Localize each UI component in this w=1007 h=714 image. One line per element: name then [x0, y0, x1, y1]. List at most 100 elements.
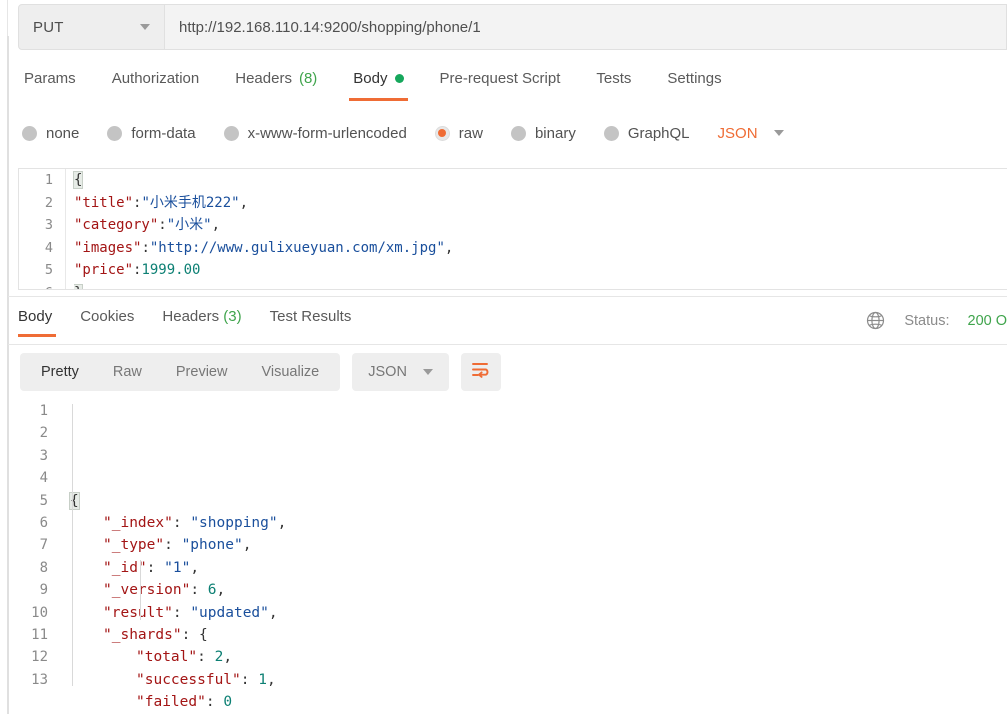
json-number-value: 1	[258, 671, 267, 688]
left-scroll-rail[interactable]	[7, 36, 9, 714]
response-body-code[interactable]: {"_index": "shopping", "_type": "phone", "…	[60, 400, 1007, 714]
view-mode-visualize[interactable]: Visualize	[244, 353, 336, 391]
json-key: "_type"	[103, 537, 165, 554]
json-punctuation: :	[172, 515, 191, 532]
request-tab-tests[interactable]: Tests	[578, 66, 649, 101]
body-type-x-www-form-urlencoded[interactable]: x-www-form-urlencoded	[223, 125, 407, 142]
request-tab-body[interactable]: Body	[335, 66, 421, 101]
code-line: "result": "updated",	[70, 602, 1007, 624]
radio-icon[interactable]	[22, 125, 37, 141]
json-key: "images"	[74, 239, 142, 256]
request-response-divider	[8, 296, 1007, 297]
json-number-value: 6	[207, 582, 217, 599]
response-body-editor[interactable]: 1 2 3 4 5 6 7 8 9 10 11 12 13 {"_index": "shopping",…	[12, 400, 1007, 714]
json-key: "_index"	[103, 515, 173, 532]
request-tab-headers[interactable]: Headers (8)	[217, 66, 335, 101]
response-tab-cookies[interactable]: Cookies	[66, 306, 148, 337]
radio-icon[interactable]	[434, 125, 450, 141]
body-type-raw[interactable]: raw	[434, 125, 483, 142]
json-number-value: 2	[214, 649, 224, 666]
code-line: "price":1999.00	[74, 259, 1007, 282]
code-line: "_version": 6,	[70, 579, 1007, 601]
line-number: 11	[31, 626, 48, 643]
json-key: "successful"	[136, 671, 241, 688]
body-type-label: none	[46, 124, 80, 142]
response-tab-label: Test Results	[269, 308, 352, 325]
raw-language-dropdown[interactable]: JSON	[718, 125, 784, 142]
status-label: Status:	[904, 312, 950, 329]
http-method-dropdown[interactable]: PUT	[18, 4, 165, 50]
json-punctuation: :	[164, 537, 182, 554]
json-key: "_version"	[103, 582, 191, 599]
json-punctuation: {	[69, 491, 80, 510]
json-colon: :	[158, 217, 167, 233]
json-punctuation: ,	[242, 537, 252, 554]
line-number: 5	[44, 262, 53, 278]
json-punctuation: ,	[266, 671, 276, 688]
request-tab-label: Pre-request Script	[439, 70, 561, 87]
request-line-numbers: 1 2 3 4 5 6	[19, 169, 65, 289]
request-tab-settings[interactable]: Settings	[649, 66, 739, 101]
request-body-code[interactable]: {"title":"小米手机222", "category":"小米", "imag…	[65, 169, 1007, 289]
request-tab-pre-request-script[interactable]: Pre-request Script	[422, 66, 579, 101]
line-number: 2	[39, 425, 48, 442]
json-key: "category"	[74, 217, 159, 233]
code-line: "_type": "phone",	[70, 534, 1007, 556]
json-value: "http://www.gulixueyuan.com/xm.jpg"	[149, 239, 445, 256]
json-key: "price"	[74, 262, 134, 278]
response-tab-count: (3)	[223, 308, 242, 325]
code-line: "_id": "1",	[70, 557, 1007, 579]
body-type-form-data[interactable]: form-data	[107, 125, 196, 142]
line-number: 13	[31, 671, 48, 688]
chevron-down-icon	[773, 130, 784, 136]
request-body-editor[interactable]: 123456 {"title":"小米手机222","category":"小米…	[18, 168, 1007, 290]
code-line: "total": 2,	[70, 646, 1007, 668]
http-method-label: PUT	[33, 18, 64, 36]
request-url-input[interactable]: http://192.168.110.14:9200/shopping/phon…	[165, 4, 1007, 50]
code-line: "images":"http://www.gulixueyuan.com/xm.…	[74, 237, 1007, 260]
body-type-label: binary	[534, 124, 576, 142]
response-tab-body[interactable]: Body	[14, 306, 66, 337]
body-type-none[interactable]: none	[22, 125, 79, 142]
response-format-dropdown[interactable]: JSON	[352, 353, 449, 391]
body-type-binary[interactable]: binary	[510, 124, 576, 142]
radio-icon[interactable]	[223, 125, 239, 141]
json-key: "title"	[74, 194, 134, 211]
line-number: 8	[39, 559, 48, 576]
radio-icon[interactable]	[510, 125, 526, 141]
code-line: {	[73, 169, 1007, 192]
body-type-graphql[interactable]: GraphQL	[603, 125, 690, 142]
raw-language-label: JSON	[717, 124, 758, 142]
globe-icon[interactable]	[865, 310, 886, 331]
request-url-row: PUT http://192.168.110.14:9200/shopping/…	[18, 4, 1007, 50]
json-value: 1999.00	[141, 262, 201, 278]
request-tab-authorization[interactable]: Authorization	[94, 66, 218, 101]
radio-icon[interactable]	[107, 125, 123, 141]
view-mode-raw[interactable]: Raw	[96, 353, 159, 391]
response-tab-test-results[interactable]: Test Results	[256, 306, 366, 337]
view-mode-pretty[interactable]: Pretty	[24, 353, 96, 391]
json-key: "failed"	[136, 694, 206, 711]
brace-token: {	[73, 171, 84, 189]
response-status-area: Status: 200 O	[865, 310, 1007, 331]
code-line: "_shards": {	[70, 624, 1007, 646]
json-punctuation: : {	[181, 626, 208, 643]
body-modified-dot-icon	[394, 74, 404, 83]
line-number: 4	[44, 239, 53, 256]
json-punctuation: ,	[223, 649, 233, 666]
json-punctuation: ,	[190, 559, 200, 576]
response-view-mode-group: Pretty Raw Preview Visualize	[20, 353, 341, 391]
response-tab-headers[interactable]: Headers (3)	[148, 306, 255, 337]
request-tab-label: Headers	[235, 70, 292, 87]
request-tab-count: (8)	[298, 70, 318, 87]
view-mode-preview[interactable]: Preview	[159, 353, 245, 391]
word-wrap-button[interactable]	[460, 353, 501, 391]
code-line: "failed": 0	[70, 691, 1007, 713]
line-number: 1	[39, 403, 48, 419]
radio-icon[interactable]	[603, 125, 619, 141]
status-badge: 200 O	[967, 312, 1007, 329]
request-tab-label: Body	[353, 70, 388, 87]
response-tab-label: Headers	[162, 308, 220, 325]
request-tab-params[interactable]: Params	[18, 66, 94, 101]
json-punctuation: :	[197, 649, 215, 666]
